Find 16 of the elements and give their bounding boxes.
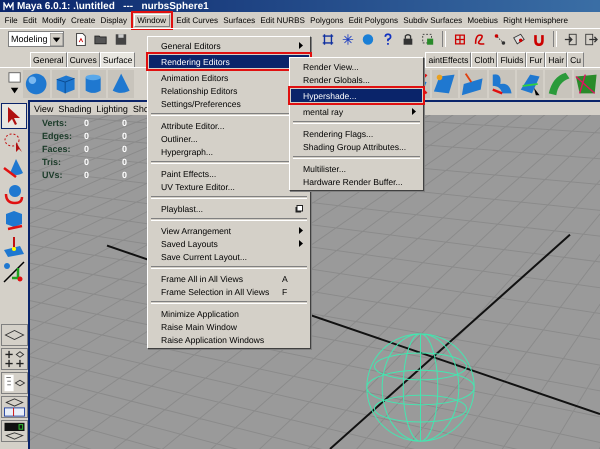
hud-label: UVs:	[42, 170, 64, 180]
hud-label: Edges:	[42, 131, 74, 141]
hud-value: 0	[84, 118, 90, 128]
hud-value: 0	[122, 170, 128, 180]
hud-value: 0	[84, 131, 90, 141]
hud-value: 0	[122, 144, 128, 154]
hud-label: Tris:	[42, 157, 62, 167]
hud-value: 0	[122, 131, 128, 141]
window-title: Maya 6.0.1: .\untitled --- nurbsSphere1	[17, 0, 209, 12]
hud-value: 0	[84, 157, 90, 167]
hud-value: 0	[122, 157, 128, 167]
hud-label: Verts:	[42, 118, 68, 128]
hud-label: Faces:	[42, 144, 72, 154]
hud-value: 0	[122, 118, 128, 128]
hud-value: 0	[84, 144, 90, 154]
hud-value: 0	[84, 170, 90, 180]
